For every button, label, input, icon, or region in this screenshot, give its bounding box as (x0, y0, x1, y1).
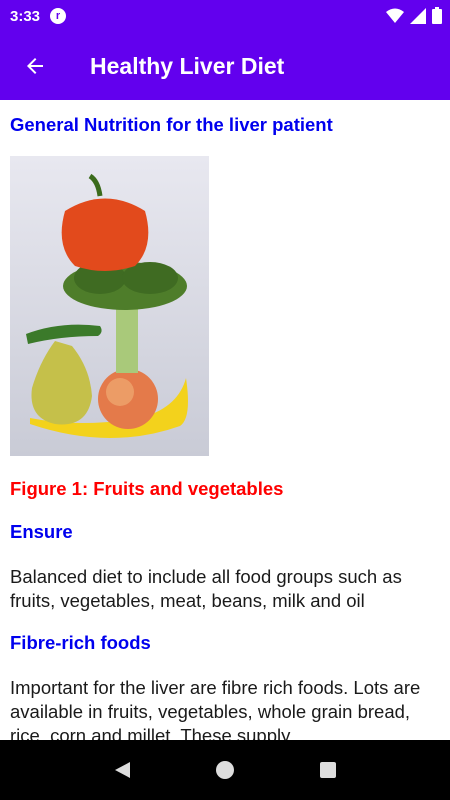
app-bar-title: Healthy Liver Diet (90, 52, 285, 79)
ensure-heading: Ensure (10, 521, 73, 542)
section-title: General Nutrition for the liver patient (10, 114, 333, 135)
cell-signal-icon (410, 7, 426, 24)
app-bar: Healthy Liver Diet (0, 32, 450, 100)
nav-back-icon[interactable] (112, 760, 132, 780)
status-time: 3:33 (10, 7, 41, 25)
nav-home-icon[interactable] (215, 760, 235, 780)
article-content[interactable]: General Nutrition for the liver patient … (0, 100, 450, 740)
battery-icon (432, 7, 442, 24)
fibre-paragraph: Important for the liver are fibre rich f… (10, 677, 421, 740)
system-nav-bar (0, 740, 450, 800)
figure-caption: Figure 1: Fruits and vegetables (10, 478, 284, 499)
arrow-back-icon (27, 58, 43, 74)
nav-recents-icon[interactable] (318, 760, 338, 780)
back-button[interactable] (0, 32, 70, 100)
status-bar: 3:33 r (0, 0, 450, 32)
ensure-paragraph: Balanced diet to include all food groups… (10, 566, 402, 611)
fibre-heading: Fibre-rich foods (10, 632, 151, 653)
wifi-icon (386, 8, 404, 23)
notification-app-icon: r (50, 8, 67, 24)
fruits-vegetables-image (10, 156, 209, 456)
status-icons (386, 7, 442, 24)
